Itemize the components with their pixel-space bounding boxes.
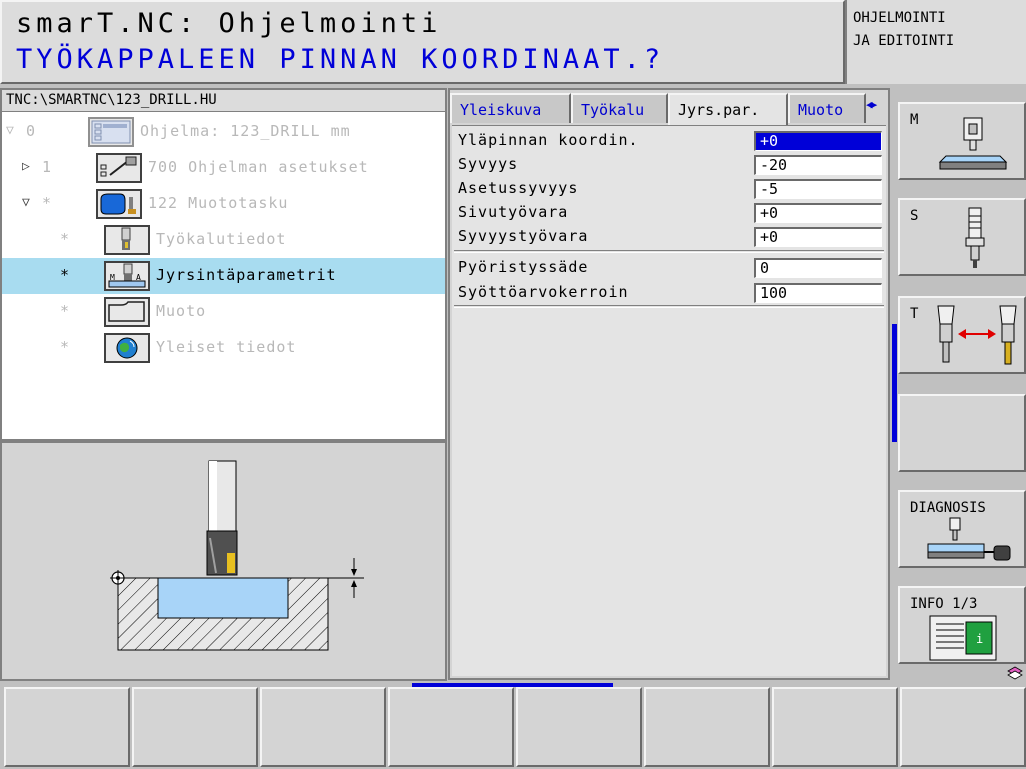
tree-item-number: *: [60, 338, 70, 356]
softkey-info[interactable]: INFO 1/3 i: [898, 586, 1026, 664]
input-floor-allowance[interactable]: +0: [754, 227, 882, 247]
spindle-icon: [965, 207, 985, 268]
softkey-t[interactable]: T: [898, 296, 1026, 374]
label-feed-factor: Syöttöarvokerroin: [458, 283, 629, 301]
svg-text:M: M: [110, 273, 115, 282]
softkey-m[interactable]: M: [898, 102, 1026, 180]
tree-item-number: *: [60, 230, 70, 248]
softkey-4[interactable]: [388, 687, 514, 767]
global-data-icon: [104, 333, 150, 363]
header-bar: smarT.NC: Ohjelmointi TYÖKAPPALEEN PINNA…: [0, 0, 845, 84]
softkey-label: M: [910, 112, 919, 128]
input-surface-coordinate[interactable]: +0: [754, 131, 882, 151]
label-rounding-radius: Pyöristyssäde: [458, 258, 589, 276]
collapse-icon[interactable]: ▽: [22, 195, 30, 210]
tree-item-number: *: [60, 302, 70, 320]
tab-overview[interactable]: Yleiskuva: [450, 93, 571, 123]
tree-item-milling-params[interactable]: * M A Jyrsintäparametrit: [2, 258, 445, 294]
softkey-2[interactable]: [132, 687, 258, 767]
mode-line-1: OHJELMOINTI: [853, 10, 946, 26]
tree-item-label: 700 Ohjelman asetukset: [148, 158, 369, 176]
app-title: smarT.NC: Ohjelmointi: [16, 8, 442, 39]
tree-item-program[interactable]: ▽ 0 Ohjelma: 123_DRILL mm: [2, 114, 445, 150]
mode-line-2: JA EDITOINTI: [853, 33, 955, 49]
contour-pocket-icon: [96, 189, 142, 219]
label-side-allowance: Sivutyövara: [458, 203, 569, 221]
pocket-help-graphic: [110, 460, 364, 651]
operating-mode-box: OHJELMOINTI JA EDITOINTI: [845, 0, 1026, 84]
label-depth: Syvyys: [458, 155, 519, 173]
tree-item-number: *: [60, 266, 70, 284]
tree-item-label: Työkalutiedot: [156, 230, 287, 248]
tree-item-global-data[interactable]: * Yleiset tiedot: [2, 330, 445, 366]
contour-icon: [104, 297, 150, 327]
input-depth[interactable]: -20: [754, 155, 882, 175]
label-surface-coordinate: Yläpinnan koordin.: [458, 131, 639, 149]
softkey-empty[interactable]: [898, 394, 1026, 472]
softkey-s[interactable]: S: [898, 198, 1026, 276]
softkey-7[interactable]: [772, 687, 898, 767]
group-divider: [454, 305, 884, 308]
svg-text:i: i: [976, 632, 983, 646]
layer-toggle-icon[interactable]: [1007, 666, 1023, 680]
collapse-icon[interactable]: ▽: [6, 123, 14, 138]
softkey-label: S: [910, 208, 919, 224]
tree-item-label: Jyrsintäparametrit: [156, 266, 337, 284]
svg-text:A: A: [136, 273, 141, 282]
program-icon: [88, 117, 134, 147]
softkey-label: INFO 1/3: [910, 596, 978, 612]
tree-item-contour[interactable]: * Muoto: [2, 294, 445, 330]
softkey-label: T: [910, 306, 919, 322]
tab-milling-params[interactable]: Jyrs.par.: [668, 93, 788, 126]
settings-icon: [96, 153, 142, 183]
tree-item-number: *: [42, 194, 52, 212]
tree-item-tool-data[interactable]: * Työkalutiedot: [2, 222, 445, 258]
input-rounding-radius[interactable]: 0: [754, 258, 882, 278]
vertical-softkey-bar: M S T DIAGNOSIS INFO 1/3 i: [890, 84, 1026, 684]
softkey-3[interactable]: [260, 687, 386, 767]
label-plunge-depth: Asetussyvyys: [458, 179, 579, 197]
tab-tool[interactable]: Työkalu: [571, 93, 668, 123]
softkey-diagnosis[interactable]: DIAGNOSIS: [898, 490, 1026, 568]
softkey-page-indicator: [892, 324, 897, 442]
softkey-8[interactable]: [900, 687, 1026, 767]
softkey-label: DIAGNOSIS: [910, 500, 986, 516]
machine-icon: [938, 117, 1008, 170]
tree-item-label: Ohjelma: 123_DRILL mm: [140, 122, 351, 140]
form-panel: Yleiskuva Työkalu Jyrs.par. Muoto ◀▶ Ylä…: [448, 88, 890, 680]
group-divider: [454, 250, 884, 253]
tab-scroll-arrows-icon[interactable]: ◀▶: [866, 98, 877, 111]
info-icon: i: [929, 615, 997, 661]
softkey-6[interactable]: [644, 687, 770, 767]
input-side-allowance[interactable]: +0: [754, 203, 882, 223]
input-feed-factor[interactable]: 100: [754, 283, 882, 303]
tree-item-label: Muoto: [156, 302, 207, 320]
milling-params-icon: M A: [104, 261, 150, 291]
help-graphic-panel: [0, 441, 447, 681]
softkey-1[interactable]: [4, 687, 130, 767]
file-path: TNC:\SMARTNC\123_DRILL.HU: [2, 90, 445, 112]
tree-item-number: 0: [26, 122, 36, 140]
tool-data-icon: [104, 225, 150, 255]
tree-item-number: 1: [42, 158, 52, 176]
tool-change-icon: [937, 305, 1017, 365]
tree-item-label: Yleiset tiedot: [156, 338, 297, 356]
tree-item-contour-pocket[interactable]: ▽ * 122 Muototasku: [2, 186, 445, 222]
tab-contour[interactable]: Muoto: [788, 93, 866, 123]
program-tree-panel: TNC:\SMARTNC\123_DRILL.HU ▽ 0 Ohjelma: 1…: [0, 88, 447, 441]
input-prompt: TYÖKAPPALEEN PINNAN KOORDINAAT.?: [16, 44, 665, 75]
tree-item-label: 122 Muototasku: [148, 194, 289, 212]
label-floor-allowance: Syvyystyövara: [458, 227, 589, 245]
softkey-5[interactable]: [516, 687, 642, 767]
horizontal-softkey-bar: [0, 681, 1026, 769]
diagnosis-icon: [927, 517, 1011, 561]
expand-icon[interactable]: ▷: [22, 159, 30, 174]
input-plunge-depth[interactable]: -5: [754, 179, 882, 199]
tree-item-program-settings[interactable]: ▷ 1 700 Ohjelman asetukset: [2, 150, 445, 186]
parameter-form: Yläpinnan koordin. +0 Syvyys -20 Asetuss…: [452, 125, 886, 676]
